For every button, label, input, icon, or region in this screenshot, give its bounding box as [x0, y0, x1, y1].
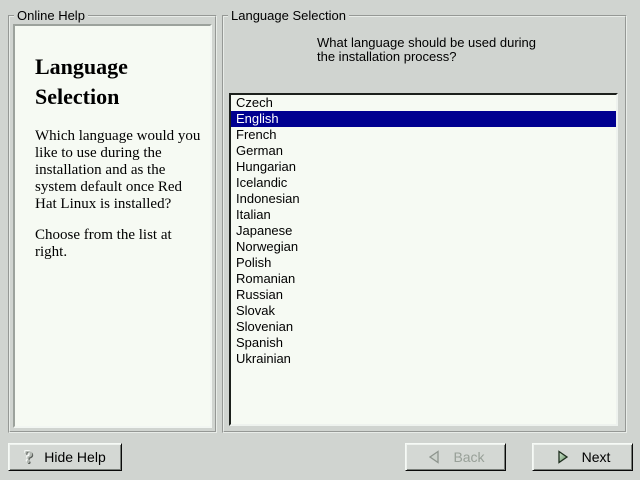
- language-option[interactable]: Ukrainian: [231, 351, 616, 367]
- back-button[interactable]: Back: [405, 443, 506, 471]
- back-label: Back: [453, 449, 484, 465]
- left-arrow-icon: [426, 449, 442, 465]
- language-option[interactable]: Italian: [231, 207, 616, 223]
- question-text: What language should be used during the …: [317, 36, 536, 64]
- online-help-panel: Online Help Language Selection Which lan…: [8, 15, 217, 433]
- online-help-frame-label: Online Help: [14, 8, 88, 23]
- help-title-line-1: Language: [35, 52, 210, 82]
- help-paragraph: Choose from the list at right.: [35, 227, 207, 261]
- language-selection-panel: Language Selection What language should …: [222, 15, 627, 433]
- help-content: Language Selection Which language would …: [13, 24, 212, 428]
- installer-window: Online Help Language Selection Which lan…: [0, 0, 640, 480]
- language-option[interactable]: Japanese: [231, 223, 616, 239]
- language-option[interactable]: English: [231, 111, 616, 127]
- next-button[interactable]: Next: [532, 443, 633, 471]
- hide-help-label: Hide Help: [44, 449, 105, 465]
- language-option[interactable]: German: [231, 143, 616, 159]
- question-mark-icon: ?: [24, 448, 33, 466]
- help-title-line-2: Selection: [35, 82, 210, 112]
- language-option[interactable]: Slovak: [231, 303, 616, 319]
- help-title: Language Selection: [35, 52, 210, 112]
- right-arrow-icon: [555, 449, 571, 465]
- language-selection-frame-label: Language Selection: [228, 8, 349, 23]
- help-paragraph: Which language would you like to use dur…: [35, 128, 207, 213]
- language-list[interactable]: CzechEnglishFrenchGermanHungarianIceland…: [229, 93, 618, 426]
- language-option[interactable]: Hungarian: [231, 159, 616, 175]
- language-option[interactable]: Romanian: [231, 271, 616, 287]
- next-label: Next: [582, 449, 611, 465]
- language-option[interactable]: Norwegian: [231, 239, 616, 255]
- language-option[interactable]: Czech: [231, 95, 616, 111]
- language-option[interactable]: Icelandic: [231, 175, 616, 191]
- language-option[interactable]: Slovenian: [231, 319, 616, 335]
- language-option[interactable]: Indonesian: [231, 191, 616, 207]
- question-line-1: What language should be used during: [317, 36, 536, 50]
- question-line-2: the installation process?: [317, 50, 536, 64]
- language-option[interactable]: Russian: [231, 287, 616, 303]
- language-option[interactable]: Polish: [231, 255, 616, 271]
- hide-help-button[interactable]: ? Hide Help: [8, 443, 122, 471]
- language-option[interactable]: Spanish: [231, 335, 616, 351]
- language-option[interactable]: French: [231, 127, 616, 143]
